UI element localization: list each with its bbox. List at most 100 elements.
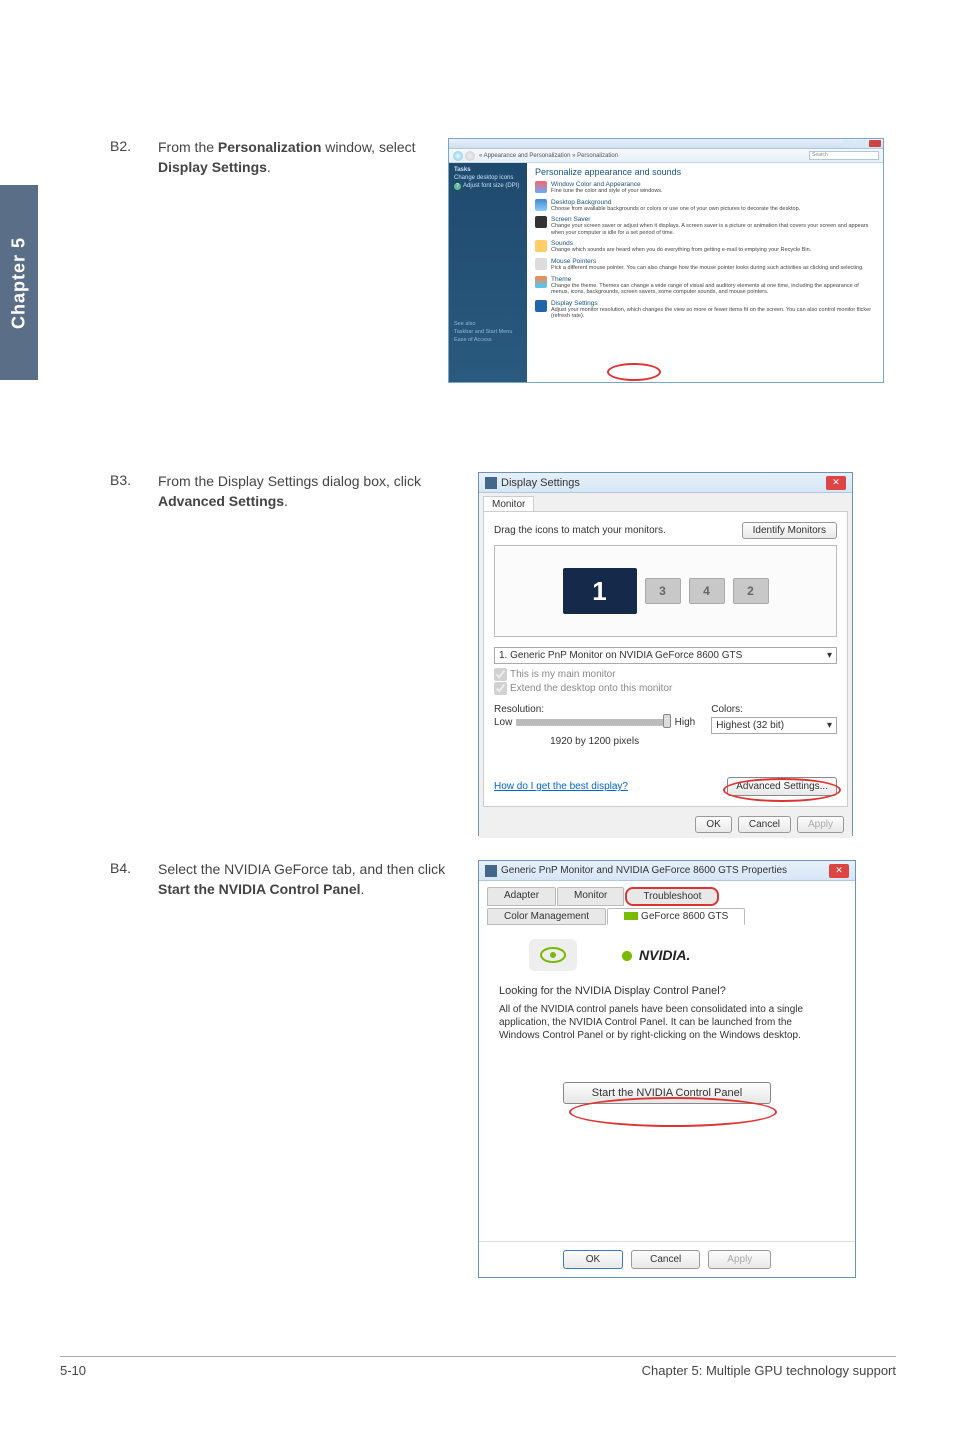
resolution-value: 1920 by 1200 pixels [494, 736, 695, 747]
preview-icon [529, 939, 577, 971]
back-icon[interactable] [453, 151, 463, 161]
sidebar-item-font-size[interactable]: Adjust font size (DPI) [454, 183, 522, 190]
resolution-slider[interactable]: Low High [494, 717, 695, 728]
display-settings-icon [535, 300, 547, 312]
tab-geforce[interactable]: GeForce 8600 GTS [607, 908, 745, 925]
titlebar: Generic PnP Monitor and NVIDIA GeForce 8… [479, 861, 855, 881]
section-b3: B3. From the Display Settings dialog box… [0, 472, 954, 836]
dialog-buttons: OK Cancel Apply [479, 811, 852, 838]
ok-button[interactable]: OK [695, 816, 731, 833]
item-screen-saver[interactable]: Screen SaverChange your screen saver or … [535, 216, 875, 236]
screenshot-display-settings: Display Settings ✕ Monitor Drag the icon… [478, 472, 896, 836]
see-also-taskbar[interactable]: Taskbar and Start Menu [454, 329, 522, 335]
ok-button[interactable]: OK [563, 1250, 623, 1269]
see-also-ease[interactable]: Ease of Access [454, 337, 522, 343]
colors-label: Colors: [711, 704, 837, 715]
extend-desktop-checkbox [494, 682, 507, 695]
item-display-settings[interactable]: Display SettingsAdjust your monitor reso… [535, 300, 875, 320]
window-nvidia-properties: Generic PnP Monitor and NVIDIA GeForce 8… [478, 860, 856, 1278]
chevron-down-icon: ▾ [827, 720, 832, 731]
monitor-arrangement[interactable]: 1 3 4 2 [494, 545, 837, 637]
colors-select[interactable]: Highest (32 bit)▾ [711, 717, 837, 734]
forward-icon[interactable] [465, 151, 475, 161]
chevron-down-icon: ▾ [827, 650, 832, 661]
eye-icon [539, 946, 567, 964]
nvidia-eye-icon [617, 949, 637, 963]
close-button[interactable]: ✕ [826, 476, 846, 490]
item-mouse-pointers[interactable]: Mouse PointersPick a different mouse poi… [535, 258, 875, 272]
page-footer: 5-10 Chapter 5: Multiple GPU technology … [60, 1356, 896, 1378]
item-theme[interactable]: ThemeChange the theme. Themes can change… [535, 276, 875, 296]
main-monitor-checkbox [494, 668, 507, 681]
main-pane: Personalize appearance and sounds Window… [527, 163, 883, 382]
minimize-button[interactable] [843, 140, 855, 147]
window-personalization: « Appearance and Personalization » Perso… [448, 138, 884, 383]
step-text-b2: From the Personalization window, select … [158, 138, 448, 383]
window-color-icon [535, 181, 547, 193]
start-nvidia-control-panel-button[interactable]: Start the NVIDIA Control Panel [563, 1082, 771, 1104]
main-heading: Personalize appearance and sounds [535, 167, 875, 177]
breadcrumb[interactable]: « Appearance and Personalization » Perso… [479, 153, 618, 159]
dialog-buttons: OK Cancel Apply [479, 1241, 855, 1277]
titlebar: Display Settings ✕ [479, 473, 852, 493]
identify-monitors-button[interactable]: Identify Monitors [742, 522, 837, 539]
nvidia-logo: NVIDIA. [617, 947, 690, 963]
window-display-settings: Display Settings ✕ Monitor Drag the icon… [478, 472, 853, 836]
cancel-button[interactable]: Cancel [738, 816, 791, 833]
props-body: NVIDIA. Looking for the NVIDIA Display C… [487, 925, 847, 1255]
step-label-b3: B3. [110, 472, 158, 836]
apply-button[interactable]: Apply [797, 816, 844, 833]
sidebar-tasks-header: Tasks [454, 167, 522, 173]
close-button[interactable]: ✕ [829, 864, 849, 878]
tab-monitor[interactable]: Monitor [483, 496, 534, 512]
step-text-b3: From the Display Settings dialog box, cl… [158, 472, 478, 836]
item-window-color[interactable]: Window Color and AppearanceFine tune the… [535, 181, 875, 195]
page-number: 5-10 [60, 1363, 86, 1378]
best-display-link[interactable]: How do I get the best display? [494, 781, 628, 792]
chapter-title: Chapter 5: Multiple GPU technology suppo… [642, 1363, 896, 1378]
sounds-icon [535, 240, 547, 252]
cancel-button[interactable]: Cancel [631, 1250, 700, 1269]
desktop-bg-icon [535, 199, 547, 211]
monitor-4[interactable]: 4 [689, 578, 725, 604]
item-sounds[interactable]: SoundsChange which sounds are heard when… [535, 240, 875, 254]
item-desktop-background[interactable]: Desktop BackgroundChoose from available … [535, 199, 875, 213]
tab-strip: Adapter Monitor Troubleshoot Color Manag… [479, 881, 855, 925]
tab-strip: Monitor [483, 495, 848, 511]
see-also-header: See also [454, 321, 522, 327]
nvidia-icon [624, 912, 638, 920]
sidebar: Tasks Change desktop icons Adjust font s… [449, 163, 527, 382]
section-b2: B2. From the Personalization window, sel… [0, 138, 954, 383]
window-titlebar [449, 139, 883, 149]
advanced-settings-button[interactable]: Advanced Settings... [727, 777, 837, 796]
mouse-icon [535, 258, 547, 270]
dialog-title: Display Settings [501, 477, 580, 489]
theme-icon [535, 276, 547, 288]
tab-color-management[interactable]: Color Management [487, 908, 606, 925]
apply-button[interactable]: Apply [708, 1250, 771, 1269]
screenshot-personalization: « Appearance and Personalization » Perso… [448, 138, 896, 383]
props-question: Looking for the NVIDIA Display Control P… [499, 985, 835, 997]
maximize-button[interactable] [856, 140, 868, 147]
screen-saver-icon [535, 216, 547, 228]
sidebar-item-desktop-icons[interactable]: Change desktop icons [454, 175, 522, 182]
close-button[interactable] [869, 140, 881, 147]
drag-instruction: Drag the icons to match your monitors. [494, 525, 666, 536]
step-label-b4: B4. [110, 860, 158, 1278]
step-text-b4: Select the NVIDIA GeForce tab, and then … [158, 860, 478, 1278]
screenshot-nvidia-props: Generic PnP Monitor and NVIDIA GeForce 8… [478, 860, 896, 1278]
dialog-pane: Drag the icons to match your monitors. I… [483, 511, 848, 807]
tab-monitor[interactable]: Monitor [557, 887, 624, 906]
monitor-select[interactable]: 1. Generic PnP Monitor on NVIDIA GeForce… [494, 647, 837, 664]
search-input[interactable]: Search [809, 151, 879, 160]
step-label-b2: B2. [110, 138, 158, 383]
nav-bar: « Appearance and Personalization » Perso… [449, 149, 883, 163]
tab-troubleshoot[interactable]: Troubleshoot [625, 887, 719, 906]
props-description: All of the NVIDIA control panels have be… [499, 1003, 835, 1042]
slider-thumb[interactable] [663, 714, 671, 728]
monitor-2[interactable]: 2 [733, 578, 769, 604]
dialog-icon [485, 865, 497, 877]
monitor-3[interactable]: 3 [645, 578, 681, 604]
tab-adapter[interactable]: Adapter [487, 887, 556, 906]
monitor-1[interactable]: 1 [563, 568, 637, 614]
